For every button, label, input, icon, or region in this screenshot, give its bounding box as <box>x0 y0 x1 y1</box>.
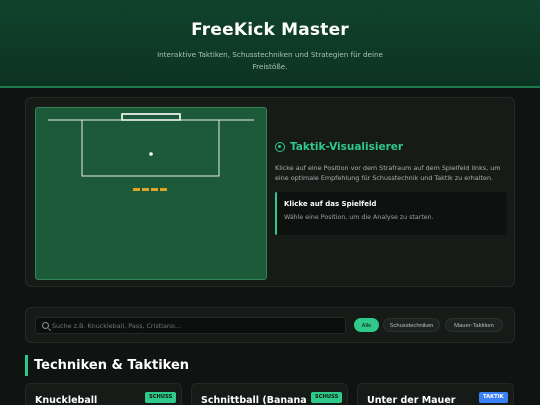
goal-frame <box>121 113 181 121</box>
pitch-field[interactable] <box>35 107 267 280</box>
penalty-spot <box>149 152 153 156</box>
filter-all-button[interactable]: Alle <box>354 318 379 332</box>
visualizer-panel: Taktik-Visualisierer Klicke auf eine Pos… <box>25 97 515 287</box>
card-title: Unter der Mauer <box>367 395 456 405</box>
target-icon <box>275 142 285 152</box>
wall-player <box>133 188 140 191</box>
card-badge: SCHUSS <box>311 392 343 403</box>
card-badge: TAKTIK <box>479 392 508 403</box>
technique-card-knuckleball[interactable]: Knuckleball SCHUSS <box>25 383 182 405</box>
hint-text: Wähle eine Position, um die Analyse zu s… <box>284 214 434 221</box>
section-title: Techniken & Taktiken <box>25 355 189 376</box>
analysis-hint-box: Klicke auf das Spielfeld Wähle eine Posi… <box>275 192 507 235</box>
card-title: Knuckleball <box>35 395 98 405</box>
card-badge: SCHUSS <box>145 392 177 403</box>
penalty-area <box>81 119 220 177</box>
search-icon <box>42 322 49 329</box>
pitch-drawing <box>48 113 254 191</box>
visualizer-title: Taktik-Visualisierer <box>290 141 404 153</box>
card-title: Schnittball (Banana <box>201 395 307 405</box>
visualizer-heading: Taktik-Visualisierer <box>275 141 507 153</box>
filter-shot-techniques-button[interactable]: Schusstechniken <box>383 318 440 332</box>
technique-card-banana[interactable]: Schnittball (Banana SCHUSS <box>191 383 348 405</box>
page-title: FreeKick Master <box>191 20 349 40</box>
wall-player <box>142 188 149 191</box>
filter-bar: Alle Schusstechniken Mauer-Taktiken <box>25 307 515 343</box>
filter-wall-tactics-button[interactable]: Mauer-Taktiken <box>445 318 503 332</box>
wall-player <box>160 188 167 191</box>
hint-title: Klicke auf das Spielfeld <box>284 200 377 208</box>
wall-player <box>151 188 158 191</box>
hero-header: FreeKick Master Interaktive Taktiken, Sc… <box>0 0 540 88</box>
page-subtitle: Interaktive Taktiken, Schusstechniken un… <box>157 50 383 71</box>
search-box <box>35 317 346 334</box>
visualizer-info: Taktik-Visualisierer Klicke auf eine Pos… <box>275 141 507 235</box>
technique-card-under-wall[interactable]: Unter der Mauer TAKTIK <box>357 383 514 405</box>
search-input[interactable] <box>52 318 342 333</box>
visualizer-description: Klicke auf eine Position vor dem Strafra… <box>275 164 501 182</box>
